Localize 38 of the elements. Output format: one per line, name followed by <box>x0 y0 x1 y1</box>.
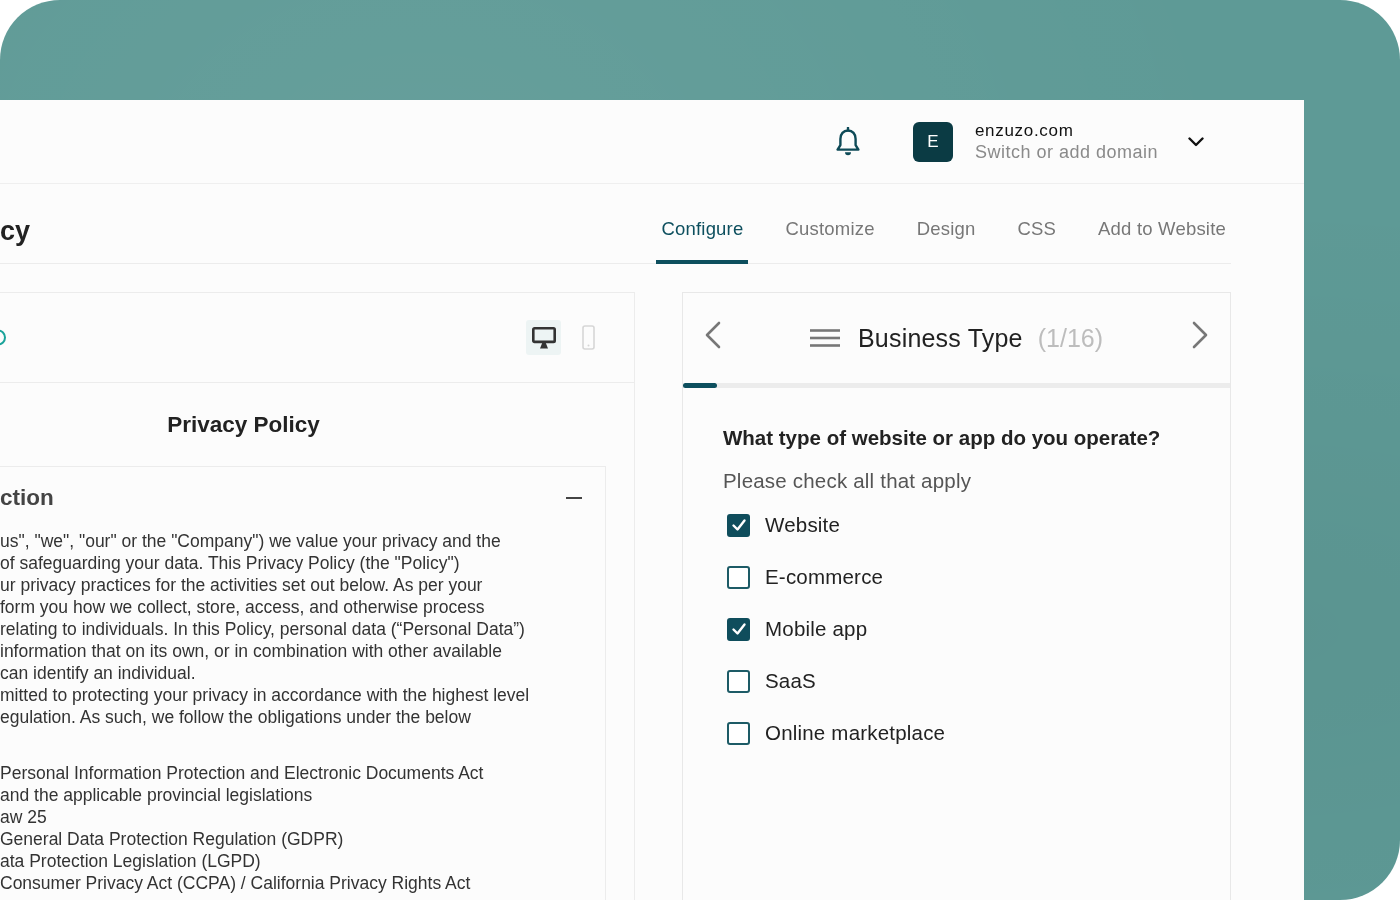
tab[interactable]: CSS <box>1012 218 1062 264</box>
page-title: cy <box>0 216 31 247</box>
tab[interactable]: Add to Website <box>1093 218 1231 264</box>
checkbox[interactable] <box>727 513 750 537</box>
chevron-down-icon[interactable] <box>1188 136 1204 147</box>
desktop-view-button[interactable] <box>526 320 561 355</box>
tab[interactable]: Design <box>911 218 981 264</box>
checkbox[interactable] <box>727 669 750 693</box>
tab[interactable]: Configure <box>656 218 749 264</box>
document-title: Privacy Policy <box>166 410 321 439</box>
option-label[interactable]: E-commerce <box>765 565 884 589</box>
policy-paragraph: Personal Information Protection and Electronic Documents Act and the applicable provincial legislations aw 25 General Data Protection Regulation (GDPR) ata Protection Legislation (LGPD) Consumer Privacy Act (CCPA) / California Privacy Rights Act <box>0 762 485 894</box>
option-label[interactable]: SaaS <box>765 669 816 693</box>
section-heading: ction <box>0 485 54 511</box>
checkbox[interactable] <box>727 617 750 641</box>
phone-icon <box>582 325 595 350</box>
monitor-icon <box>531 326 556 349</box>
checkmark-icon <box>730 621 747 637</box>
checkbox[interactable] <box>727 565 750 589</box>
tab[interactable]: Customize <box>780 218 880 264</box>
policy-paragraph: us", "we", "our" or the "Company") we value your privacy and the of safeguarding your data. This Privacy Policy (the "Policy") ur privacy practices for the activities set out below. As per your form you how we collect, store, access, and otherwise process relating to individuals. In this Policy, personal data (“Personal Data”) information that on its own, or in combination with other available can identify an individual. mitted to protecting your privacy in accordance with the highest level egulation. As such, we follow the obligations under the below <box>0 530 531 728</box>
chevron-left-icon[interactable] <box>705 321 721 349</box>
bell-icon[interactable] <box>835 126 860 157</box>
step-counter: (1/16) <box>1037 323 1103 353</box>
menu-icon[interactable] <box>809 329 840 347</box>
question-hint: Please check all that apply <box>723 469 973 493</box>
domain-name: enzuzo.com <box>974 120 1075 141</box>
chevron-right-icon[interactable] <box>1192 321 1208 349</box>
option-label[interactable]: Mobile app <box>765 617 868 641</box>
switch-domain-label: Switch or add domain <box>974 141 1158 163</box>
option-label[interactable]: Website <box>765 513 841 537</box>
step-title: Business Type <box>857 323 1023 353</box>
question-text: What type of website or app do you operate? <box>723 426 1162 450</box>
domain-avatar: E <box>912 121 953 162</box>
option-label[interactable]: Online marketplace <box>765 721 946 745</box>
checkbox[interactable] <box>727 721 750 745</box>
ring-icon <box>0 329 6 346</box>
checkmark-icon <box>730 517 747 533</box>
